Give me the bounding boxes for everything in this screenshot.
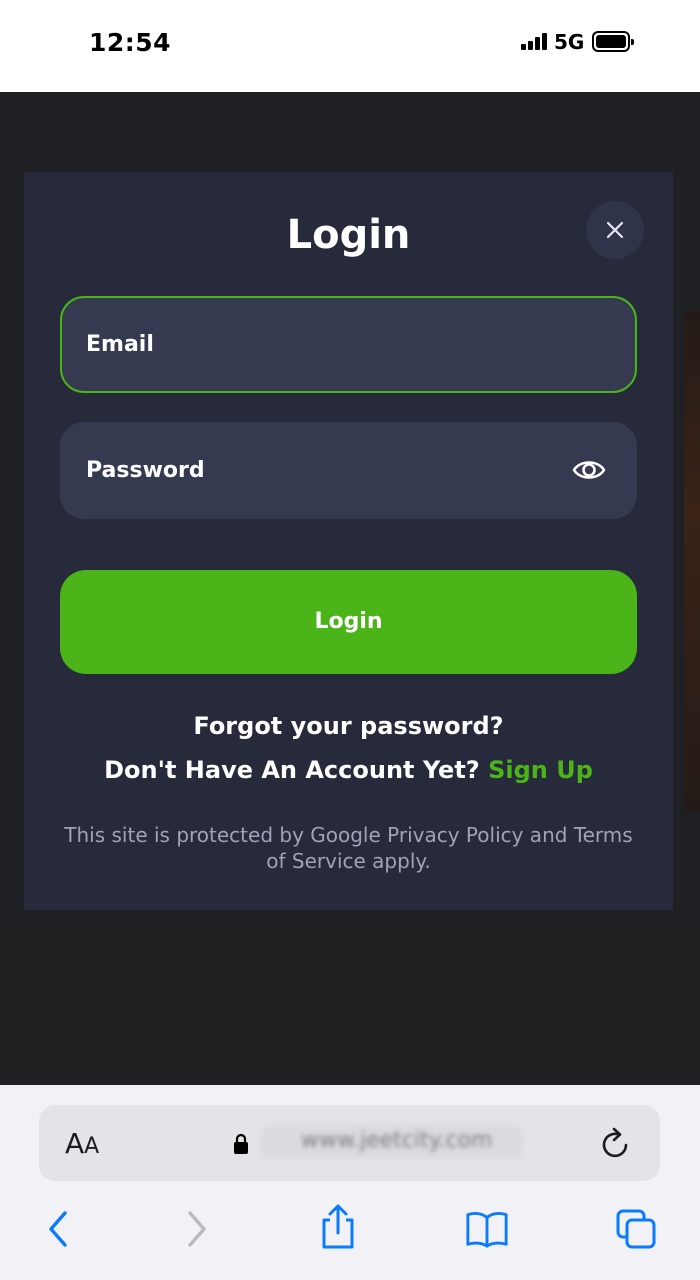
address-bar[interactable]: AA www.jeetcity.com — [39, 1105, 660, 1181]
url-text: www.jeetcity.com — [261, 1125, 523, 1159]
status-time: 12:54 — [89, 28, 172, 57]
forgot-password-link[interactable]: Forgot your password? — [24, 712, 673, 740]
lock-icon — [234, 1133, 248, 1154]
password-placeholder: Password — [86, 458, 205, 483]
share-icon[interactable] — [316, 1203, 360, 1251]
sign-up-link[interactable]: Sign Up — [488, 756, 593, 784]
email-placeholder: Email — [86, 332, 154, 357]
battery-icon — [592, 31, 634, 52]
password-field[interactable]: Password — [60, 422, 637, 519]
forward-icon[interactable] — [174, 1207, 218, 1251]
login-modal: Login Email Password Login Forgot your p… — [24, 172, 673, 910]
close-icon — [606, 221, 624, 239]
signal-strength-icon — [521, 32, 547, 50]
email-field[interactable]: Email — [60, 296, 637, 393]
back-icon[interactable] — [37, 1207, 81, 1251]
reload-icon[interactable] — [599, 1125, 633, 1161]
text-size-button[interactable]: AA — [65, 1127, 99, 1160]
no-account-text: Don't Have An Account Yet? — [104, 756, 480, 784]
network-type: 5G — [554, 30, 585, 54]
bookmarks-icon[interactable] — [465, 1207, 509, 1251]
tabs-icon[interactable] — [614, 1207, 658, 1251]
browser-toolbar: AA www.jeetcity.com — [0, 1085, 700, 1280]
status-bar: 12:54 5G — [0, 0, 700, 92]
signup-row: Don't Have An Account Yet? Sign Up — [24, 756, 673, 784]
login-button[interactable]: Login — [60, 570, 637, 674]
login-button-label: Login — [314, 609, 383, 634]
modal-title: Login — [286, 212, 411, 258]
eye-icon[interactable] — [572, 456, 606, 484]
legal-notice: This site is protected by Google Privacy… — [64, 823, 633, 873]
close-button[interactable] — [586, 201, 644, 259]
